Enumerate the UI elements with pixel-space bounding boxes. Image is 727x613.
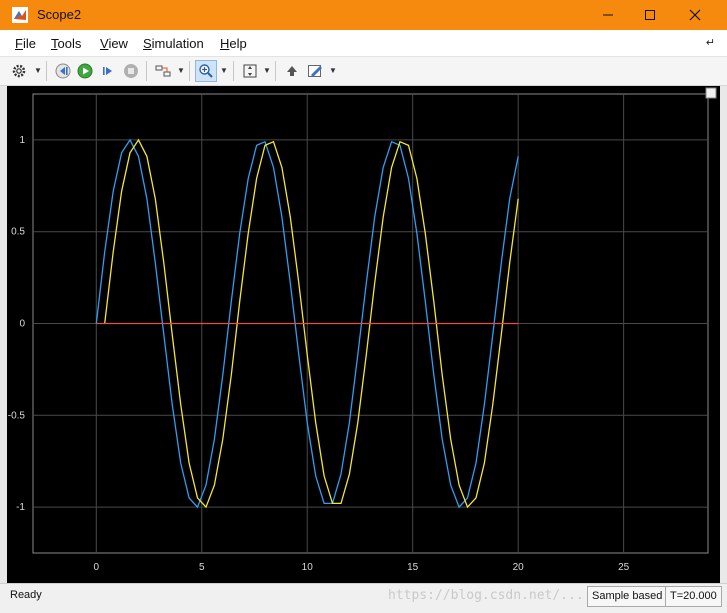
y-tick-label: -0.5 <box>8 410 26 421</box>
title-bar: Scope2 <box>0 0 727 30</box>
sim-time-indicator: T=20.000 <box>665 586 722 607</box>
style-dropdown-arrow-icon[interactable]: ▼ <box>329 66 337 75</box>
window-title: Scope2 <box>37 7 82 22</box>
menu-help[interactable]: Help <box>220 36 247 51</box>
sample-mode-indicator: Sample based <box>587 586 668 607</box>
matlab-logo-icon <box>12 7 28 23</box>
x-tick-label: 5 <box>199 562 205 573</box>
toolbar-separator <box>46 61 47 81</box>
maximize-icon <box>645 10 655 20</box>
settings-dropdown-arrow-icon[interactable]: ▼ <box>34 66 42 75</box>
edit-style-icon <box>308 65 322 77</box>
y-tick-label: 0.5 <box>11 227 25 238</box>
status-bar: Ready https://blog.csdn.net/... Sample b… <box>0 583 727 613</box>
step-back-icon <box>55 63 71 79</box>
autoscale-button[interactable] <box>239 60 261 82</box>
menu-view[interactable]: View <box>100 36 128 51</box>
menu-simulation[interactable]: Simulation <box>143 36 204 51</box>
watermark-text: https://blog.csdn.net/... <box>388 588 584 603</box>
toolbar-separator <box>146 61 147 81</box>
menu-bar: File Tools View Simulation Help ↵ <box>0 30 727 57</box>
zoom-in-icon <box>199 64 213 78</box>
toolbar: ▼ ▼ ▼ ▼ ▼ <box>0 57 727 86</box>
run-button[interactable] <box>74 60 96 82</box>
x-tick-label: 10 <box>302 562 314 573</box>
toolbar-separator <box>275 61 276 81</box>
status-ready-text: Ready <box>10 589 42 601</box>
settings-button[interactable] <box>8 60 30 82</box>
stop-button[interactable] <box>120 60 142 82</box>
highlight-block-icon <box>287 66 297 76</box>
signal-selector-icon <box>155 65 171 77</box>
y-tick-label: 1 <box>19 135 25 146</box>
edit-style-button[interactable] <box>304 60 326 82</box>
y-tick-label: -1 <box>16 502 25 513</box>
maximize-button[interactable] <box>627 0 673 30</box>
toolbar-separator <box>189 61 190 81</box>
zoom-in-button[interactable] <box>195 60 217 82</box>
autoscale-dropdown-arrow-icon[interactable]: ▼ <box>263 66 271 75</box>
scope-plot-panel: 0 5 10 15 20 25 1 0.5 0 -0.5 -1 <box>7 86 720 583</box>
scope-axes[interactable]: 0 5 10 15 20 25 1 0.5 0 -0.5 -1 <box>7 86 720 583</box>
x-tick-label: 20 <box>513 562 525 573</box>
dock-arrow-icon[interactable]: ↵ <box>706 36 715 49</box>
signal-selector-button[interactable] <box>152 60 174 82</box>
toolbar-separator <box>233 61 234 81</box>
step-forward-icon <box>103 67 112 75</box>
run-icon <box>77 63 93 79</box>
zoom-dropdown-arrow-icon[interactable]: ▼ <box>220 66 228 75</box>
right-scrollbar[interactable] <box>720 86 727 583</box>
close-icon <box>689 9 701 21</box>
x-tick-label: 25 <box>618 562 630 573</box>
stop-icon <box>124 64 138 78</box>
menu-file[interactable]: File <box>15 36 36 51</box>
minimize-icon <box>603 14 613 16</box>
step-back-button[interactable] <box>52 60 74 82</box>
step-forward-button[interactable] <box>97 60 119 82</box>
menu-tools[interactable]: Tools <box>51 36 81 51</box>
close-button[interactable] <box>672 0 718 30</box>
x-tick-label: 0 <box>94 562 100 573</box>
x-tick-label: 15 <box>407 562 419 573</box>
autoscale-icon <box>243 64 257 78</box>
minimize-button[interactable] <box>585 0 631 30</box>
signal-dropdown-arrow-icon[interactable]: ▼ <box>177 66 185 75</box>
axes-corner-button <box>705 87 717 99</box>
settings-gear-icon <box>12 64 26 78</box>
y-tick-label: 0 <box>19 319 25 330</box>
highlight-block-button[interactable] <box>281 60 303 82</box>
